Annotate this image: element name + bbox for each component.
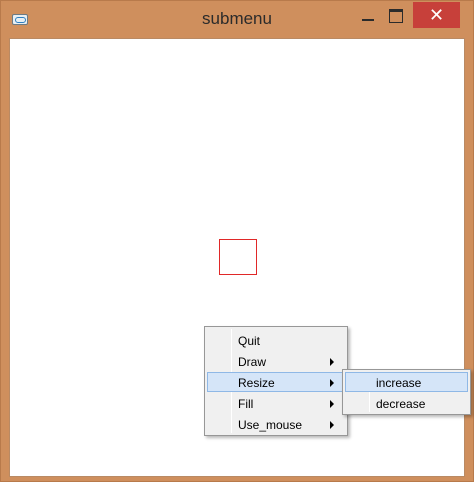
red-square-shape — [219, 239, 257, 275]
menu-item-resize[interactable]: Resize — [207, 372, 345, 392]
menu-item-label: decrease — [376, 397, 426, 411]
close-icon: ✕ — [428, 5, 445, 25]
menu-item-label: Resize — [238, 376, 275, 390]
menu-item-label: Quit — [238, 334, 261, 348]
resize-submenu: increase decrease — [342, 369, 471, 415]
menu-item-label: Fill — [238, 397, 254, 411]
title-bar[interactable]: submenu ✕ — [1, 1, 473, 38]
submenu-arrow-icon — [330, 379, 334, 387]
submenu-arrow-icon — [330, 421, 334, 429]
submenu-arrow-icon — [330, 400, 334, 408]
menu-item-label: increase — [376, 376, 422, 390]
menu-item-label: Draw — [238, 355, 267, 369]
maximize-button[interactable] — [383, 2, 409, 28]
context-menu: Quit Draw Resize Fill Use_mouse — [204, 326, 348, 436]
menu-item-quit[interactable]: Quit — [207, 330, 345, 350]
menu-item-label: Use_mouse — [238, 418, 303, 432]
menu-item-draw[interactable]: Draw — [207, 351, 345, 371]
submenu-item-increase[interactable]: increase — [345, 372, 468, 392]
close-button[interactable]: ✕ — [413, 2, 460, 28]
minimize-button[interactable] — [356, 2, 382, 28]
submenu-item-decrease[interactable]: decrease — [345, 393, 468, 413]
menu-item-fill[interactable]: Fill — [207, 393, 345, 413]
submenu-arrow-icon — [330, 358, 334, 366]
menu-item-use-mouse[interactable]: Use_mouse — [207, 414, 345, 434]
